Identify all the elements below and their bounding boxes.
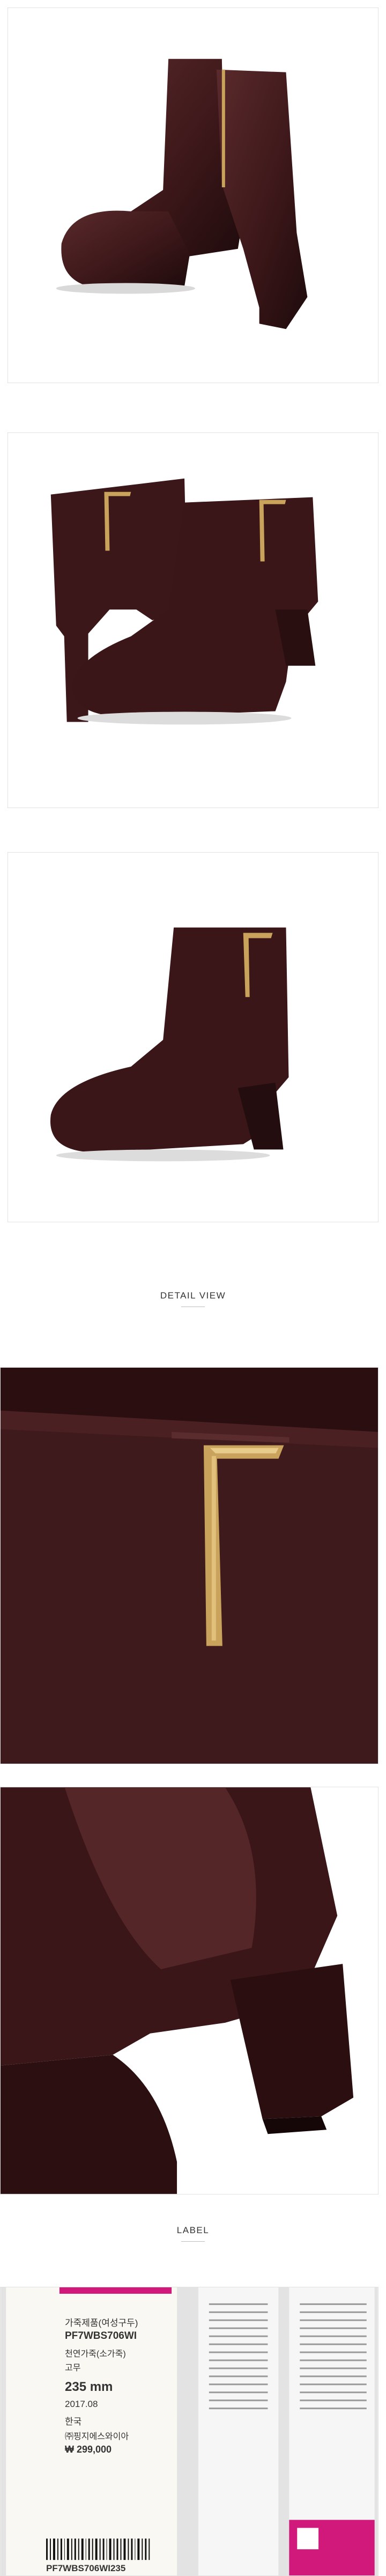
boot-photo-icon [50,478,318,725]
detail-gold-trim-closeup-photo [0,1367,378,1764]
label-model: PF7WBS706WI [65,2330,137,2342]
label-price: ₩ 299,000 [65,2444,112,2455]
label-sole: 고무 [65,2364,81,2373]
label-photo-icon [1,2287,378,2575]
label-barcode-text: PF7WBS706WI235 [46,2563,126,2573]
label-importer: ㈜핑지에스와이아 [65,2432,129,2441]
label-category: 가죽제품(여성구두) [65,2318,138,2328]
label-date: 2017.08 [65,2399,98,2409]
detail-view-title: DETAIL VIEW [160,1290,226,1301]
boot-photo-icon [50,927,289,1162]
label-title: LABEL [176,2225,210,2235]
label-size: 235 mm [65,2380,113,2394]
boot-single-side-photo [8,852,378,1222]
detail-heel-closeup-photo [0,1787,378,2195]
boots-pair-front-photo [8,8,378,383]
boots-pair-side-photo [8,432,378,808]
label-divider [181,2241,205,2242]
label-material: 천연가죽(소가죽) [65,2350,126,2359]
boot-photo-icon [1,1368,378,1764]
label-tags-photo: 가죽제품(여성구두) PF7WBS706WI 천연가죽(소가죽) 고무 235 … [0,2287,378,2576]
boot-photo-icon [1,1787,354,2194]
boot-photo-icon [56,58,308,329]
label-origin: 한국 [65,2417,82,2427]
